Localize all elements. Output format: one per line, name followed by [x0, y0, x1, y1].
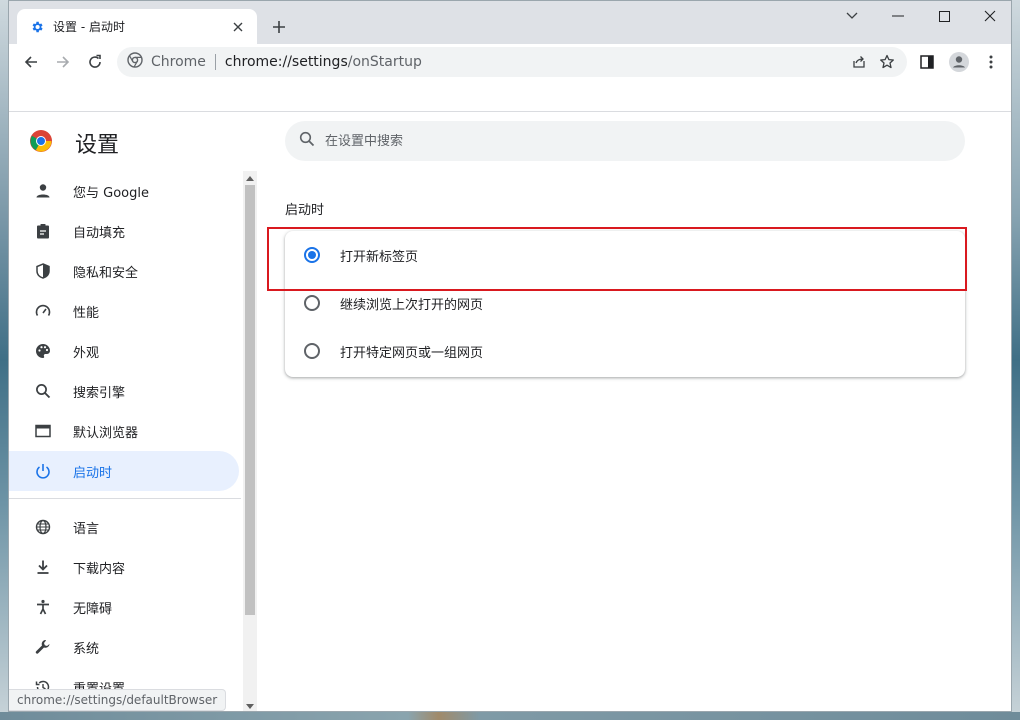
radio-label: 继续浏览上次打开的网页	[340, 297, 484, 313]
palette-icon	[33, 341, 53, 361]
radio-button[interactable]	[304, 343, 320, 359]
tab-title: 设置 - 启动时	[53, 20, 125, 34]
maximize-button[interactable]	[921, 1, 967, 31]
section-title: 启动时	[285, 203, 325, 218]
sidebar-item-label: 性能	[73, 305, 100, 321]
wrench-icon	[33, 637, 53, 657]
share-icon[interactable]	[845, 48, 873, 76]
url-path: /onStartup	[347, 54, 422, 70]
browser-window-icon	[33, 421, 53, 441]
sidebar-item-label: 默认浏览器	[73, 425, 139, 441]
startup-option-continue[interactable]: 继续浏览上次打开的网页	[285, 279, 965, 327]
radio-button[interactable]	[304, 247, 320, 263]
sidebar-item-privacy[interactable]: 隐私和安全	[9, 251, 239, 291]
browser-window: 设置 - 启动时 Chrome chrome://settings/onStar…	[8, 0, 1012, 712]
sidebar-item-you-and-google[interactable]: 您与 Google	[9, 171, 239, 211]
sidebar-item-label: 下载内容	[73, 561, 126, 577]
download-icon	[33, 557, 53, 577]
search-icon	[299, 131, 315, 151]
sidebar-item-label: 无障碍	[73, 601, 113, 617]
radio-button[interactable]	[304, 295, 320, 311]
chrome-logo-icon	[29, 129, 53, 157]
more-menu-icon[interactable]	[977, 48, 1005, 76]
address-bar[interactable]: Chrome chrome://settings/onStartup	[117, 47, 907, 77]
new-tab-button[interactable]	[267, 15, 291, 39]
power-icon	[33, 461, 53, 481]
url-host: chrome://settings	[224, 54, 348, 70]
desktop-background-right	[1012, 0, 1020, 720]
page-title: 设置	[75, 133, 120, 158]
desktop-background-left	[0, 0, 8, 720]
startup-option-new-tab[interactable]: 打开新标签页	[285, 231, 965, 279]
settings-search[interactable]	[285, 121, 965, 161]
clipboard-icon	[33, 221, 53, 241]
sidebar-item-label: 系统	[73, 641, 100, 657]
sidebar-divider	[9, 498, 241, 499]
minimize-button[interactable]	[875, 1, 921, 31]
radio-label: 打开特定网页或一组网页	[340, 345, 484, 361]
bookmarks-bar-area	[9, 80, 1011, 112]
settings-header: 设置	[29, 127, 119, 159]
speedometer-icon	[33, 301, 53, 321]
sidebar-item-label: 您与 Google	[73, 185, 149, 201]
tab-search-chevron-icon[interactable]	[829, 1, 875, 31]
person-icon	[33, 181, 53, 201]
sidebar-item-search-engine[interactable]: 搜索引擎	[9, 371, 239, 411]
back-button[interactable]	[17, 48, 45, 76]
sidebar-nav: 您与 Google 自动填充 隐私和安全 性能 外观 搜索引擎 默认浏览器 启动…	[9, 171, 241, 711]
forward-button[interactable]	[49, 48, 77, 76]
sidebar-item-autofill[interactable]: 自动填充	[9, 211, 239, 251]
scrollbar-thumb[interactable]	[245, 185, 255, 615]
globe-icon	[33, 517, 53, 537]
url-text[interactable]: chrome://settings/onStartup	[225, 54, 845, 70]
sidebar-item-performance[interactable]: 性能	[9, 291, 239, 331]
startup-option-specific-pages[interactable]: 打开特定网页或一组网页	[285, 327, 965, 375]
sidebar-scrollbar[interactable]	[243, 171, 257, 711]
startup-options-card: 打开新标签页 继续浏览上次打开的网页 打开特定网页或一组网页	[285, 231, 965, 377]
sidebar-item-accessibility[interactable]: 无障碍	[9, 587, 239, 627]
radio-label: 打开新标签页	[340, 249, 419, 265]
sidebar-item-languages[interactable]: 语言	[9, 507, 239, 547]
tab-close-icon[interactable]	[229, 18, 247, 36]
search-input[interactable]	[325, 133, 925, 149]
status-bar-url: chrome://settings/defaultBrowser	[9, 689, 227, 711]
search-icon	[33, 381, 53, 401]
desktop-background-bottom	[0, 712, 1020, 720]
sidebar-item-label: 自动填充	[73, 225, 126, 241]
sidebar-item-label: 语言	[73, 521, 100, 537]
scroll-down-arrow-icon[interactable]	[243, 699, 257, 711]
sidebar-item-default-browser[interactable]: 默认浏览器	[9, 411, 239, 451]
site-name: Chrome	[151, 54, 206, 70]
sidebar-item-label: 隐私和安全	[73, 265, 139, 281]
site-info[interactable]: Chrome	[127, 52, 206, 72]
bookmark-star-icon[interactable]	[873, 48, 901, 76]
reload-button[interactable]	[81, 48, 109, 76]
scroll-up-arrow-icon[interactable]	[243, 171, 257, 185]
profile-avatar[interactable]	[945, 48, 973, 76]
sidebar-item-downloads[interactable]: 下载内容	[9, 547, 239, 587]
shield-icon	[33, 261, 53, 281]
sidebar-item-system[interactable]: 系统	[9, 627, 239, 667]
sidebar-item-on-startup[interactable]: 启动时	[9, 451, 239, 491]
side-panel-icon[interactable]	[913, 48, 941, 76]
toolbar: Chrome chrome://settings/onStartup	[9, 44, 1011, 80]
chrome-logo-icon	[127, 52, 143, 72]
accessibility-icon	[33, 597, 53, 617]
sidebar-item-label: 启动时	[73, 465, 113, 481]
title-bar: 设置 - 启动时	[9, 1, 1011, 44]
sidebar-item-appearance[interactable]: 外观	[9, 331, 239, 371]
gear-icon	[29, 19, 45, 35]
settings-page: 设置 您与 Google 自动填充 隐私和安全 性能	[9, 113, 1011, 711]
omnibox-divider	[214, 54, 216, 70]
sidebar-item-label: 搜索引擎	[73, 385, 126, 401]
active-tab[interactable]: 设置 - 启动时	[17, 9, 257, 44]
close-window-button[interactable]	[967, 1, 1011, 31]
sidebar-item-label: 外观	[73, 345, 100, 361]
